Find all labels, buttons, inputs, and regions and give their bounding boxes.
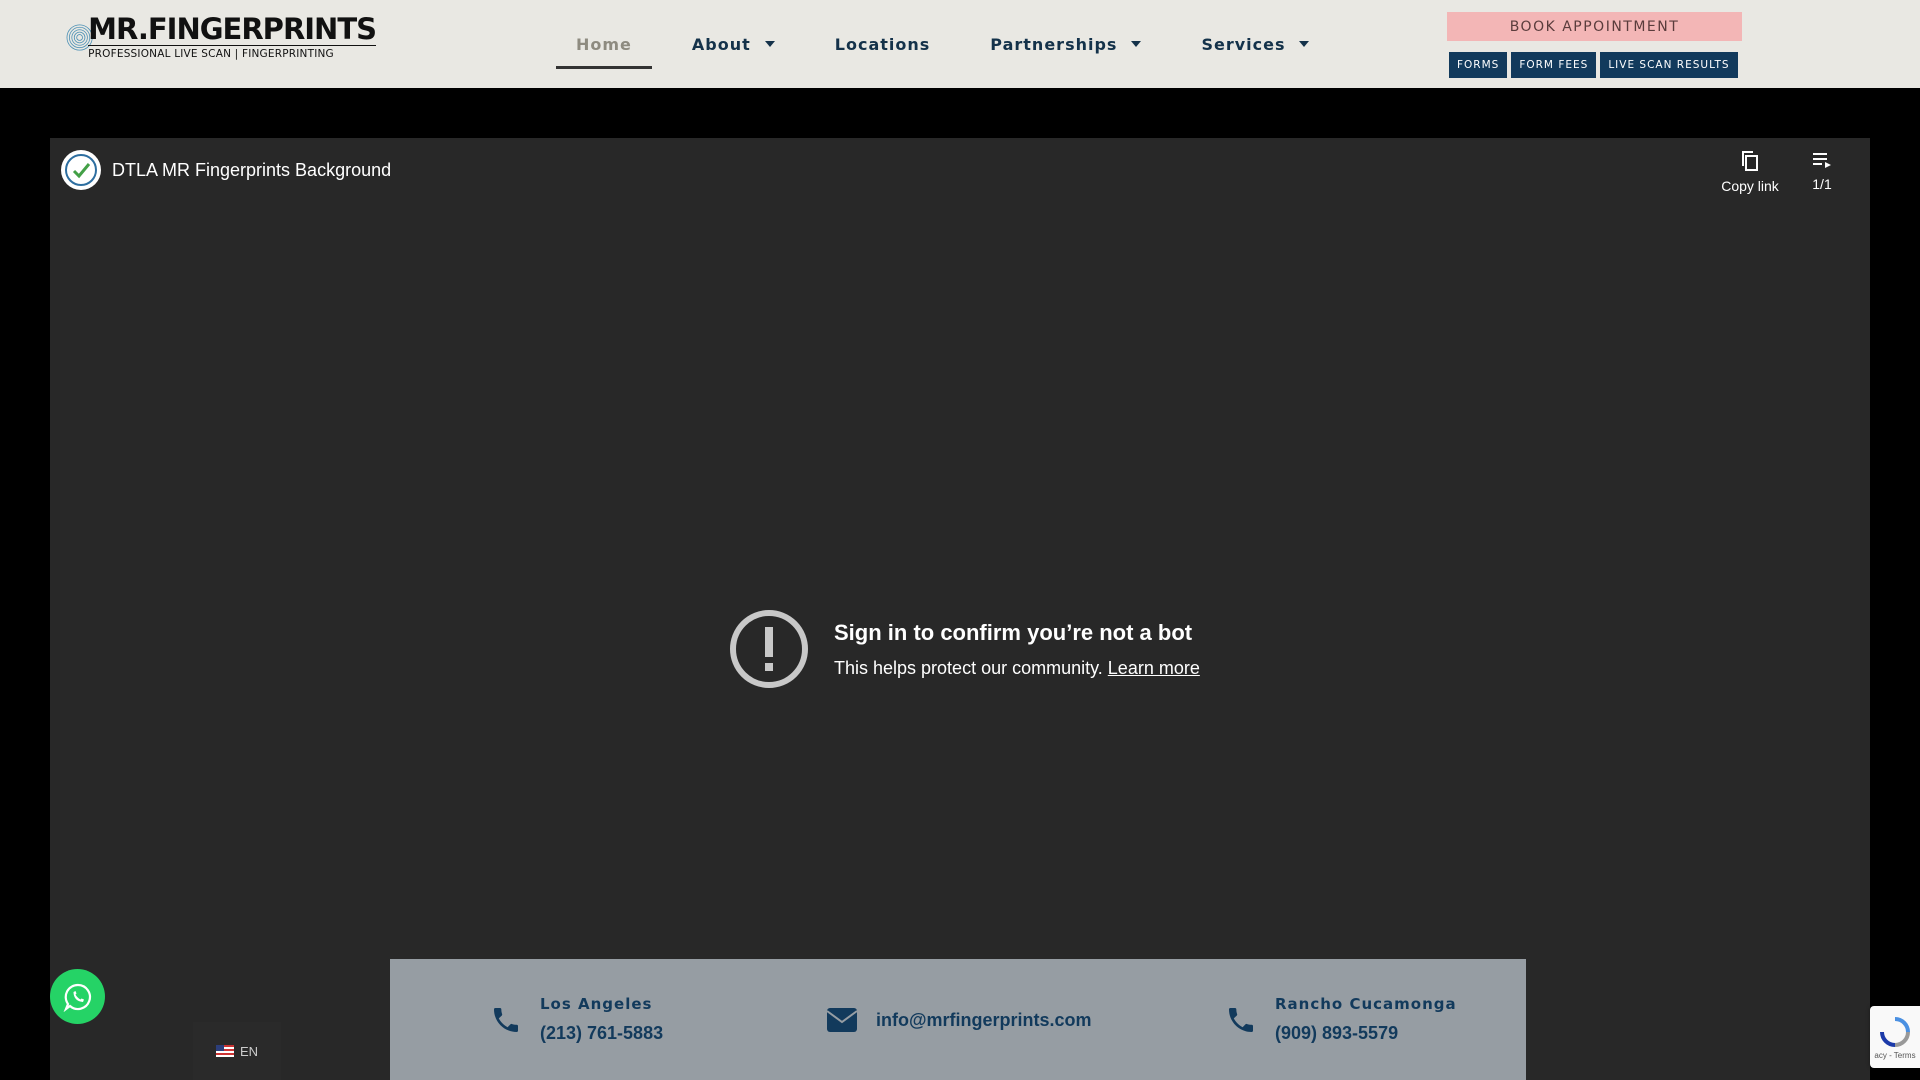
language-switcher[interactable]: EN (193, 1022, 281, 1080)
logo-subtitle: PROFESSIONAL LIVE SCAN | FINGERPRINTING (88, 45, 376, 60)
whatsapp-button[interactable] (50, 969, 105, 1024)
learn-more-link[interactable]: Learn more (1108, 658, 1200, 678)
copy-link-button[interactable]: Copy link (1710, 150, 1790, 194)
nav-home-label: Home (576, 34, 632, 54)
language-code: EN (239, 1043, 259, 1059)
nav-services[interactable]: Services (1181, 30, 1329, 58)
phone-icon (1229, 1007, 1253, 1032)
whatsapp-icon (63, 983, 91, 1012)
email-address[interactable]: info@mrfingerprints.com (876, 1010, 1092, 1031)
playlist-count: 1/1 (1812, 176, 1832, 192)
nav-locations-label: Locations (834, 34, 931, 54)
caret-down-icon (1131, 41, 1142, 47)
video-player[interactable]: DTLA MR Fingerprints Background Copy lin… (50, 138, 1870, 1080)
contact-rancho-cucamonga[interactable]: Rancho Cucamonga (909) 893-5579 (1225, 995, 1457, 1044)
main-nav: Home About Locations Partnerships Servic… (556, 30, 1329, 70)
form-fees-button[interactable]: FORM FEES (1511, 52, 1597, 78)
nav-home[interactable]: Home (556, 30, 652, 69)
la-label: Los Angeles (540, 995, 653, 1013)
playlist-icon (1813, 153, 1831, 168)
playlist-button[interactable]: 1/1 (1802, 150, 1842, 192)
bot-check-heading: Sign in to confirm you’re not a bot (834, 619, 1193, 645)
bot-check-message: Sign in to confirm you’re not a bot This… (728, 608, 1200, 690)
rc-label: Rancho Cucamonga (1275, 995, 1457, 1013)
bot-check-text: This helps protect our community. (834, 657, 1103, 678)
nav-about-label: About (691, 34, 751, 54)
logo-title: MR.FINGERPRINTS (88, 12, 377, 46)
alert-icon (730, 610, 808, 688)
channel-logo-icon (65, 154, 97, 186)
recaptcha-footer[interactable]: acy - Terms (1874, 1051, 1915, 1060)
rc-phone[interactable]: (909) 893-5579 (1275, 1023, 1457, 1044)
la-phone[interactable]: (213) 761-5883 (540, 1023, 663, 1044)
live-scan-results-button[interactable]: LIVE SCAN RESULTS (1600, 52, 1738, 78)
contact-bar: Los Angeles (213) 761-5883 info@mrfinger… (390, 959, 1526, 1080)
recaptcha-badge[interactable]: acy - Terms (1870, 1006, 1920, 1068)
site-logo[interactable]: MR.FINGERPRINTS PROFESSIONAL LIVE SCAN |… (66, 8, 377, 66)
quick-links: FORMS FORM FEES LIVE SCAN RESULTS (1449, 52, 1738, 78)
copy-link-label: Copy link (1721, 178, 1779, 194)
site-header: MR.FINGERPRINTS PROFESSIONAL LIVE SCAN |… (0, 0, 1920, 88)
nav-locations[interactable]: Locations (815, 30, 951, 58)
nav-about[interactable]: About (672, 30, 795, 58)
caret-down-icon (764, 41, 775, 47)
contact-los-angeles[interactable]: Los Angeles (213) 761-5883 (490, 995, 663, 1044)
channel-avatar[interactable] (61, 150, 101, 190)
envelope-icon (826, 1008, 858, 1032)
video-title[interactable]: DTLA MR Fingerprints Background (112, 160, 391, 181)
nav-services-label: Services (1201, 34, 1286, 54)
nav-partnerships-label: Partnerships (990, 34, 1118, 54)
recaptcha-icon (1880, 1016, 1910, 1047)
contact-email[interactable]: info@mrfingerprints.com (826, 1007, 1092, 1033)
book-appointment-button[interactable]: BOOK APPOINTMENT (1447, 12, 1742, 41)
us-flag-icon (215, 1045, 234, 1057)
nav-partnerships[interactable]: Partnerships (970, 30, 1161, 58)
forms-button[interactable]: FORMS (1449, 52, 1508, 78)
caret-down-icon (1299, 41, 1310, 47)
copy-icon (1742, 151, 1758, 171)
phone-icon (494, 1007, 518, 1032)
